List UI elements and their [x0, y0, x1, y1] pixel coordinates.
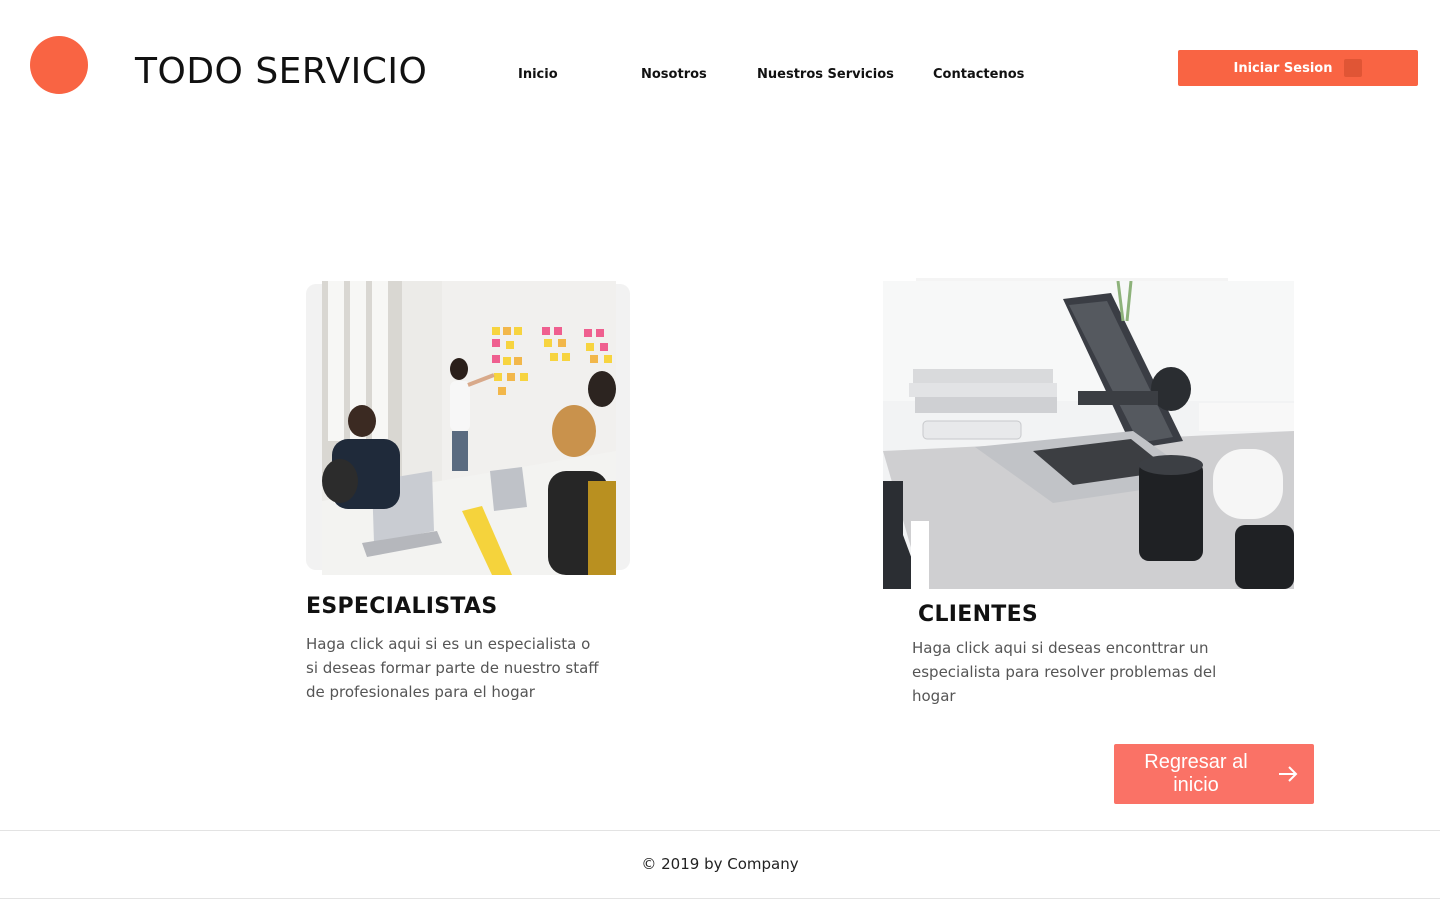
clients-image[interactable] [883, 281, 1294, 589]
nav-item-nosotros[interactable]: Nosotros [641, 67, 707, 82]
specialists-image[interactable] [322, 281, 616, 575]
nav-item-nuestros-servicios[interactable]: Nuestros Servicios [757, 67, 894, 82]
footer-divider-top [0, 830, 1440, 831]
clients-description: Haga click aqui si deseas enconttrar un … [912, 639, 1217, 705]
clients-title[interactable]: CLIENTES [918, 602, 1038, 627]
specialists-title[interactable]: ESPECIALISTAS [306, 594, 498, 619]
footer-divider-bottom [0, 898, 1440, 899]
specialists-description: Haga click aqui si es un especialista o … [306, 635, 599, 701]
logo-circle-icon[interactable] [30, 36, 88, 94]
nav-item-contactenos[interactable]: Contactenos [933, 67, 1024, 82]
page: TODO SERVICIO Inicio Nosotros Nuestros S… [0, 0, 1440, 900]
brand-title[interactable]: TODO SERVICIO [135, 50, 427, 94]
nav-item-inicio[interactable]: Inicio [518, 67, 558, 82]
login-button[interactable]: Iniciar Sesion [1178, 50, 1418, 86]
footer-copyright: © 2019 by Company [641, 855, 799, 873]
back-to-home-label: Regresar al inicio [1144, 751, 1248, 796]
login-icon [1344, 59, 1363, 77]
login-button-label: Iniciar Sesion [1233, 60, 1333, 76]
back-to-home-button[interactable]: Regresar al inicio [1114, 744, 1314, 804]
arrow-right-icon [1279, 766, 1298, 782]
